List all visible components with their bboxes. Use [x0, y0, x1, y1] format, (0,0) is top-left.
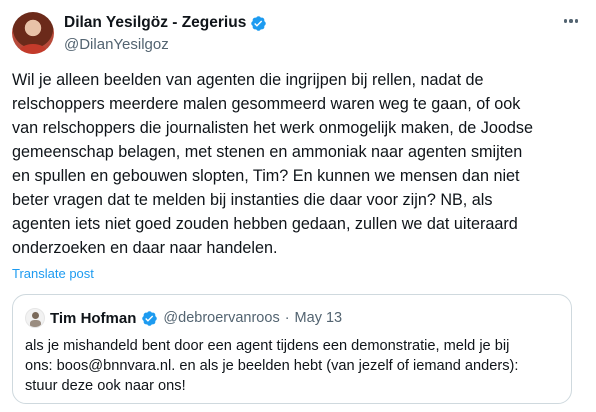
post-text: Wil je alleen beelden van agenten die in…: [12, 68, 582, 260]
author-name[interactable]: Dilan Yesilgöz - Zegerius: [64, 14, 246, 32]
quoted-post-date[interactable]: May 13: [295, 310, 343, 326]
more-dot: [569, 19, 573, 23]
verified-badge-icon: [251, 15, 267, 31]
more-dot: [563, 19, 568, 23]
post-text-line: van relschoppers die journalisten het we…: [12, 119, 533, 137]
quoted-author-avatar[interactable]: [25, 308, 45, 328]
more-horizontal-icon[interactable]: [560, 12, 582, 30]
quoted-post[interactable]: Tim Hofman @debroervanroos · May 13 als …: [12, 294, 572, 404]
post-header: Dilan Yesilgöz - Zegerius @DilanYesilgoz: [12, 10, 582, 58]
post-text-line: Wil je alleen beelden van agenten die in…: [12, 71, 484, 89]
quoted-text-line: ons: boos@bnnvara.nl. en als je beelden …: [25, 358, 519, 374]
translate-post-link[interactable]: Translate post: [12, 266, 94, 281]
post-text-line: beter vragen dat te melden bij instantie…: [12, 191, 493, 209]
quoted-post-header: Tim Hofman @debroervanroos · May 13: [25, 307, 342, 329]
meta-separator: ·: [284, 310, 290, 326]
more-dot: [574, 19, 579, 23]
post-text-line: agenten iets niet goed zouden hebben ged…: [12, 215, 518, 233]
quoted-post-text: als je mishandeld bent door een agent ti…: [25, 336, 565, 396]
quoted-author-handle[interactable]: @debroervanroos: [163, 310, 279, 326]
author-handle[interactable]: @DilanYesilgoz: [64, 36, 169, 53]
author-name-row: Dilan Yesilgöz - Zegerius: [64, 14, 267, 32]
quoted-text-line: als je mishandeld bent door een agent ti…: [25, 338, 510, 354]
post-text-line: en spullen en gebouwen slopten, Tim? En …: [12, 167, 520, 185]
post-text-line: onderzoeken en daar naar handelen.: [12, 239, 278, 257]
verified-badge-icon: [142, 310, 158, 326]
post-text-line: relschoppers meerdere malen gesommeerd w…: [12, 95, 521, 113]
quoted-text-line: stuur deze ook naar ons!: [25, 378, 186, 394]
author-avatar[interactable]: [12, 12, 54, 54]
post-text-line: gemeenschap belagen, met stenen en ammon…: [12, 143, 523, 161]
quoted-author-name[interactable]: Tim Hofman: [50, 310, 136, 327]
